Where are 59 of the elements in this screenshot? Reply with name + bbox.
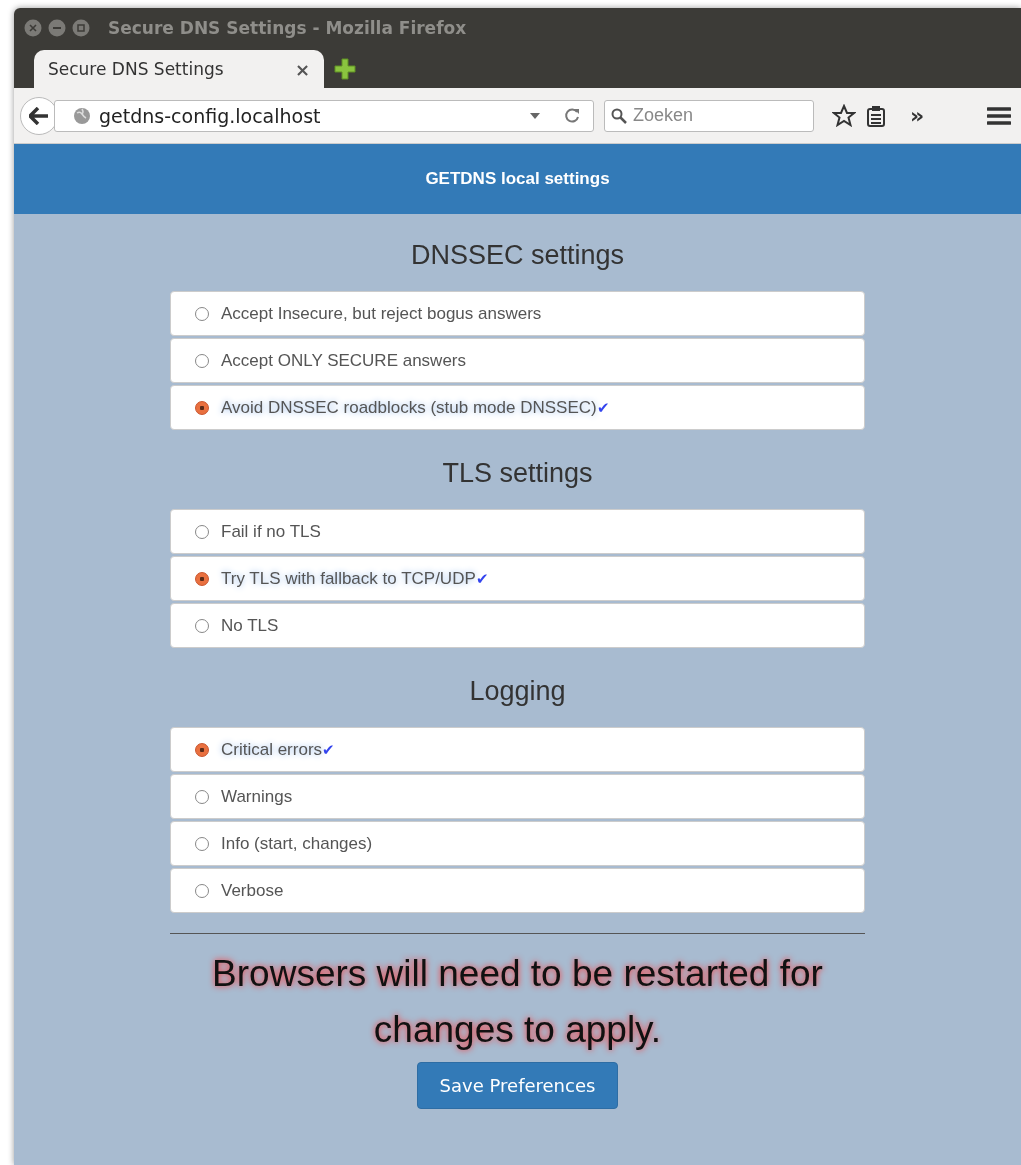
star-icon[interactable] (832, 103, 856, 128)
radio-button[interactable] (195, 571, 209, 586)
section-title: Logging (469, 676, 566, 707)
option-label: Avoid DNSSEC roadblocks (stub mode DNSSEC) (221, 397, 597, 418)
save-button[interactable]: Save Preferences (416, 1062, 619, 1109)
radio-option[interactable]: Info (start, changes) (170, 821, 865, 866)
radio-option[interactable]: Verbose (170, 868, 865, 913)
radio-button[interactable] (195, 618, 209, 633)
check-mark: ✔ (475, 569, 489, 588)
globe-icon (73, 106, 91, 125)
dropdown-icon[interactable] (529, 111, 541, 120)
radio-option[interactable]: Fail if no TLS (170, 509, 865, 554)
radio-option[interactable]: Critical errors✔ (170, 727, 865, 772)
radio-option[interactable]: Warnings (170, 774, 865, 819)
section-title: DNSSEC settings (410, 240, 625, 271)
option-label: Try TLS with fallback to TCP/UDP (221, 568, 476, 589)
option-label: No TLS (221, 615, 279, 636)
radio-option[interactable]: Avoid DNSSEC roadblocks (stub mode DNSSEC)✔ (170, 385, 865, 430)
url-text: getdns-config.localhost (99, 104, 322, 127)
reload-icon[interactable] (563, 106, 581, 125)
clipboard-icon[interactable] (866, 104, 886, 127)
address-bar[interactable]: getdns-config.localhost (54, 99, 594, 132)
search-field[interactable]: Zoeken (604, 99, 814, 132)
radio-button[interactable] (195, 742, 209, 757)
option-label: Verbose (221, 880, 284, 901)
overflow-button[interactable]: » (910, 103, 925, 128)
section-title: TLS settings (442, 458, 593, 489)
option-label: Fail if no TLS (221, 521, 321, 542)
back-arrow-icon (29, 106, 49, 125)
option-label: Critical errors (221, 739, 323, 760)
tab-label: Secure DNS Settings (48, 59, 224, 79)
browser-tab[interactable]: Secure DNS Settings × (34, 50, 324, 88)
radio-button[interactable] (195, 883, 209, 898)
option-label: Accept ONLY SECURE answers (221, 350, 466, 371)
radio-option[interactable]: Accept Insecure, but reject bogus answers (170, 291, 865, 336)
radio-option[interactable]: Accept ONLY SECURE answers (170, 338, 865, 383)
radio-button[interactable] (195, 524, 209, 539)
option-label: Accept Insecure, but reject bogus answers (221, 303, 542, 324)
radio-option[interactable]: Try TLS with fallback to TCP/UDP✔ (170, 556, 865, 601)
search-icon (611, 107, 627, 124)
radio-button[interactable] (195, 400, 209, 415)
radio-option[interactable]: No TLS (170, 603, 865, 648)
radio-button[interactable] (195, 789, 209, 804)
radio-button[interactable] (195, 353, 209, 368)
header-title: GETDNS local settings (425, 169, 610, 189)
check-mark: ✔ (596, 398, 610, 417)
menu-icon[interactable] (987, 105, 1011, 126)
option-label: Info (start, changes) (221, 833, 373, 854)
option-label: Warnings (221, 786, 293, 807)
radio-button[interactable] (195, 306, 209, 321)
radio-button[interactable] (195, 836, 209, 851)
check-mark: ✔ (322, 740, 336, 759)
tab-close-button[interactable]: × (294, 58, 310, 80)
minimize-icon[interactable] (48, 19, 66, 37)
window-title: Secure DNS Settings - Mozilla Firefox (108, 18, 467, 38)
close-icon[interactable] (24, 19, 42, 37)
maximize-icon[interactable] (72, 19, 90, 37)
restart-notice: Browsers will need to be restarted for changes to apply. (211, 952, 824, 1052)
plus-icon[interactable] (334, 58, 356, 80)
